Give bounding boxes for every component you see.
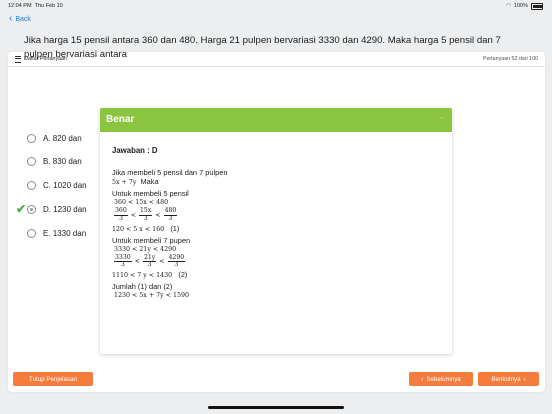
back-label: Back	[15, 15, 31, 23]
back-button[interactable]: ‹ Back	[9, 14, 31, 24]
expression-line: 5x + 7y Maka	[112, 177, 444, 187]
explanation-title: Benar	[106, 114, 135, 125]
pulpen-heading: Untuk membeli 7 pupen	[112, 235, 191, 245]
fraction: 480 3	[163, 207, 178, 222]
option-label: A. 820 dan	[43, 134, 82, 143]
home-indicator[interactable]	[208, 406, 344, 409]
previous-button[interactable]: ‹ Sebelumnya	[409, 372, 473, 386]
ineq-15x: 360 < 15x < 480	[114, 199, 169, 206]
option-label: D. 1230 dan	[43, 205, 87, 214]
fraction-inequality-pulpen: 3330 3 < 21y 3 < 4290 3	[114, 253, 186, 269]
ineq-21y: 3330 < 21y < 4290	[114, 245, 177, 253]
sum-heading: Jumlah (1) dan (2)	[112, 282, 173, 292]
explanation-header[interactable]: Benar ⌵	[100, 108, 452, 132]
maka-text: Maka	[140, 177, 159, 186]
radio-button[interactable]	[27, 157, 36, 166]
intro-text: Jika membeli 5 pensil dan 7 pulpen	[112, 168, 228, 177]
ineq-7y-line: 1110 < 7 y < 1430 (2)	[112, 270, 188, 280]
radio-button[interactable]	[27, 181, 36, 190]
option-label: E. 1330 dan	[43, 229, 87, 238]
radio-button[interactable]	[27, 134, 36, 143]
answer-text: Jawaban : D	[112, 146, 158, 155]
explanation-body: Jawaban : D Jika membeli 5 pensil dan 7 …	[112, 146, 444, 348]
chevron-left-icon: ‹	[9, 13, 13, 24]
fraction: 3330 3	[114, 253, 132, 269]
option-e[interactable]: E. 1330 dan	[27, 229, 86, 238]
chevron-right-icon: ›	[523, 375, 526, 383]
fraction: 21y 3	[142, 253, 157, 269]
status-time: 12:04 PM Thu Feb 10	[8, 3, 63, 9]
option-label: C. 1020 dan	[43, 181, 87, 190]
option-b[interactable]: B. 830 dan	[27, 157, 82, 166]
option-a[interactable]: A. 820 dan	[27, 134, 82, 143]
checkmark-icon: ✔	[16, 202, 27, 216]
close-explanation-button[interactable]: Tutup Penjelasan	[13, 372, 93, 386]
next-button[interactable]: Berikutnya ›	[478, 372, 539, 386]
status-bar: 12:04 PM Thu Feb 10 ◠ 100%	[0, 0, 552, 12]
battery-percent: 100%	[513, 3, 528, 10]
option-label: B. 830 dan	[43, 157, 82, 166]
radio-button-selected[interactable]	[27, 205, 36, 214]
radio-button[interactable]	[27, 229, 36, 238]
question-text: Jika harga 15 pensil antara 360 dan 480.…	[24, 35, 501, 60]
chevron-left-icon: ‹	[421, 375, 424, 383]
previous-label: Sebelumnya	[426, 375, 461, 383]
next-label: Berikutnya	[491, 375, 521, 383]
ineq-sum: 1230 < 5x + 7y < 1590	[114, 292, 190, 300]
pensil-heading: Untuk membeli 5 pensil	[112, 189, 189, 198]
chevron-down-icon[interactable]: ⌵	[439, 115, 444, 122]
expr-math: 5x + 7y	[112, 179, 137, 186]
fraction: 4290 3	[167, 253, 186, 269]
list-icon	[15, 55, 21, 63]
status-right: ◠ 100%	[506, 3, 543, 10]
fraction: 360 3	[114, 207, 128, 222]
close-explanation-label: Tutup Penjelasan	[29, 375, 77, 383]
fraction-inequality-pensil: 360 3 < 15x 3 < 480 3	[114, 207, 178, 222]
wifi-icon: ◠	[506, 3, 511, 10]
fraction: 15x 3	[139, 207, 153, 222]
explanation-panel: Benar ⌵ Jawaban : D Jika membeli 5 pensi…	[100, 108, 452, 354]
ineq-5x-line: 120 < 5 x < 160 (1)	[112, 223, 180, 233]
option-c[interactable]: C. 1020 dan	[27, 181, 87, 190]
battery-icon	[531, 3, 543, 10]
option-d[interactable]: D. 1230 dan	[27, 205, 87, 214]
